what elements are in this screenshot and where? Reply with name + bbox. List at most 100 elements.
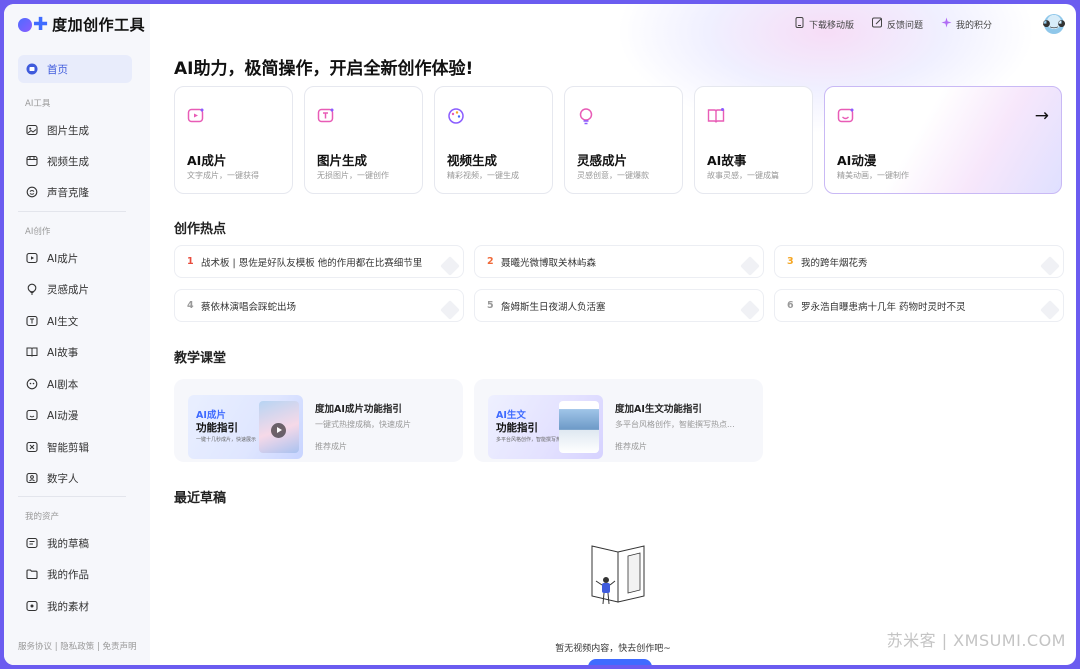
tool-card-ai-anime[interactable]: → AI动漫 精美动画，一键制作 bbox=[824, 86, 1062, 194]
watermark: 苏米客 | XMSUMI.COM bbox=[886, 631, 1066, 650]
feedback-button[interactable]: 反馈问题 bbox=[871, 17, 923, 31]
sidebar-item-image-gen[interactable]: 图片生成 bbox=[18, 116, 132, 144]
tool-card-inspiration[interactable]: 灵感成片 灵感创意，一键爆款 bbox=[564, 86, 683, 194]
avatar[interactable]: ◕‿◕ bbox=[1042, 14, 1066, 34]
sidebar-item-ai-story[interactable]: AI故事 bbox=[18, 338, 132, 366]
sidebar-item-label: AI成片 bbox=[47, 252, 79, 265]
hot-decoration bbox=[440, 300, 460, 320]
sidebar-item-label: AI动漫 bbox=[47, 409, 79, 422]
sidebar-item-label: 视频生成 bbox=[47, 155, 89, 168]
tool-card-image-gen[interactable]: 图片生成 无损图片，一键创作 bbox=[304, 86, 423, 194]
points-button[interactable]: 我的积分 bbox=[941, 17, 992, 31]
image-icon bbox=[26, 124, 38, 136]
logo[interactable]: ✚ 度加创作工具 bbox=[18, 14, 145, 35]
tool-card-title: 灵感成片 bbox=[577, 153, 628, 168]
app-window: ✚ 度加创作工具 首页 AI工具 图片生成 视频生成 声音克隆 AI创作 AI成… bbox=[4, 4, 1076, 665]
main-content: 下载移动版 反馈问题 我的积分 ◕‿◕ AI助力，极简操作，开启全新创作体验! … bbox=[150, 4, 1076, 665]
footer-links[interactable]: 服务协议 | 隐私政策 | 免责声明 bbox=[18, 640, 137, 652]
hot-text: 詹姆斯生日夜湖人负活塞 bbox=[501, 301, 606, 313]
sidebar-item-label: 我的作品 bbox=[47, 568, 89, 581]
course-desc: 多平台风格创作，智能撰写热点... bbox=[615, 420, 735, 429]
film-icon bbox=[26, 252, 38, 264]
section-label-assets: 我的资产 bbox=[25, 512, 60, 522]
sidebar-item-ai-film[interactable]: AI成片 bbox=[18, 244, 132, 272]
sidebar-item-label: 声音克隆 bbox=[47, 186, 89, 199]
sidebar-item-label: 数字人 bbox=[47, 472, 79, 485]
sidebar-item-ai-text[interactable]: AI生文 bbox=[18, 307, 132, 335]
tool-card-title: 图片生成 bbox=[317, 153, 368, 168]
sidebar-item-digital-human[interactable]: 数字人 bbox=[18, 464, 132, 492]
hot-text: 我的跨年烟花秀 bbox=[801, 257, 868, 269]
bulb-icon bbox=[26, 283, 38, 295]
tool-card-video-gen[interactable]: 视频生成 精彩视频，一键生成 bbox=[434, 86, 553, 194]
hot-decoration bbox=[440, 256, 460, 276]
download-mobile-button[interactable]: 下载移动版 bbox=[794, 17, 854, 31]
material-icon bbox=[26, 600, 38, 612]
sidebar-item-voice-clone[interactable]: 声音克隆 bbox=[18, 178, 132, 206]
tool-card-sub: 灵感创意，一键爆款 bbox=[577, 171, 649, 180]
sidebar-item-label: AI剧本 bbox=[47, 378, 79, 391]
sidebar-item-label: AI生文 bbox=[47, 315, 79, 328]
tool-card-ai-story[interactable]: AI故事 故事灵感，一键成篇 bbox=[694, 86, 813, 194]
edit-icon bbox=[871, 17, 883, 31]
sidebar-item-drafts[interactable]: 我的草稿 bbox=[18, 529, 132, 557]
hot-item[interactable]: 3 我的跨年烟花秀 bbox=[774, 245, 1064, 278]
drafts-section-title: 最近草稿 bbox=[174, 491, 227, 506]
hot-rank: 5 bbox=[487, 300, 494, 311]
hot-decoration bbox=[1040, 300, 1060, 320]
hot-decoration bbox=[1040, 256, 1060, 276]
divider bbox=[18, 211, 126, 212]
logo-icon: ✚ bbox=[18, 15, 48, 33]
sidebar-item-materials[interactable]: 我的素材 bbox=[18, 592, 132, 620]
sidebar-item-home[interactable]: 首页 bbox=[18, 55, 132, 83]
book-icon bbox=[26, 346, 38, 358]
hot-section-title: 创作热点 bbox=[174, 222, 227, 237]
app-title: 度加创作工具 bbox=[52, 16, 146, 34]
create-button[interactable] bbox=[588, 659, 652, 665]
course-card[interactable]: AI生文 功能指引 多平台风格创作，智能撰写热点 度加AI生文功能指引 多平台风… bbox=[474, 379, 763, 462]
hot-text: 罗永浩自曝患病十几年 药物时灵时不灵 bbox=[801, 301, 966, 313]
sidebar-item-label: AI故事 bbox=[47, 346, 79, 359]
course-card[interactable]: AI成片 功能指引 一键十几秒成片，快速展示 度加AI成片功能指引 一键式热搜成… bbox=[174, 379, 463, 462]
course-title: 度加AI生文功能指引 bbox=[615, 404, 702, 415]
thumb-tag: AI成片 bbox=[196, 410, 226, 421]
sidebar-item-video-gen[interactable]: 视频生成 bbox=[18, 147, 132, 175]
sidebar-item-works[interactable]: 我的作品 bbox=[18, 560, 132, 588]
points-label: 我的积分 bbox=[955, 20, 992, 31]
hot-text: 战术板 | 恩佐是好队友模板 他的作用都在比赛细节里 bbox=[201, 257, 423, 269]
thumbnail-image bbox=[259, 401, 299, 453]
palette-icon bbox=[447, 107, 465, 125]
thumb-title: 功能指引 bbox=[496, 422, 538, 434]
sidebar-item-smart-edit[interactable]: 智能剪辑 bbox=[18, 433, 132, 461]
bulb-icon bbox=[577, 107, 595, 125]
tool-card-title: AI故事 bbox=[707, 153, 747, 168]
divider bbox=[18, 496, 126, 497]
hot-item[interactable]: 5 詹姆斯生日夜湖人负活塞 bbox=[474, 289, 764, 322]
sidebar-item-ai-anime[interactable]: AI动漫 bbox=[18, 401, 132, 429]
tool-card-sub: 精彩视频，一键生成 bbox=[447, 171, 519, 180]
sidebar-item-label: 我的素材 bbox=[47, 600, 89, 613]
hot-item[interactable]: 1 战术板 | 恩佐是好队友模板 他的作用都在比赛细节里 bbox=[174, 245, 464, 278]
sidebar-item-label: 我的草稿 bbox=[47, 537, 89, 550]
play-icon[interactable] bbox=[271, 423, 286, 438]
book-icon bbox=[707, 107, 725, 125]
sidebar-item-ai-script[interactable]: AI剧本 bbox=[18, 370, 132, 398]
thumb-caption: 多平台风格创作，智能撰写热点 bbox=[496, 437, 567, 443]
sidebar-item-label: 图片生成 bbox=[47, 124, 89, 137]
hot-item[interactable]: 4 蔡依林演唱会踩蛇出场 bbox=[174, 289, 464, 322]
sidebar-item-inspiration[interactable]: 灵感成片 bbox=[18, 275, 132, 303]
home-icon bbox=[26, 63, 38, 75]
person-icon bbox=[26, 472, 38, 484]
download-label: 下载移动版 bbox=[808, 20, 854, 31]
tool-card-ai-film[interactable]: AI成片 文字成片，一键获得 bbox=[174, 86, 293, 194]
hot-item[interactable]: 2 聂曦光微博取关林屿森 bbox=[474, 245, 764, 278]
hot-decoration bbox=[740, 256, 760, 276]
course-title: 度加AI成片功能指引 bbox=[315, 404, 402, 415]
arrow-right-icon[interactable]: → bbox=[1035, 106, 1049, 126]
hot-item[interactable]: 6 罗永浩自曝患病十几年 药物时灵时不灵 bbox=[774, 289, 1064, 322]
text-icon bbox=[26, 315, 38, 327]
sparkle-icon bbox=[941, 17, 952, 31]
sidebar-item-label: 智能剪辑 bbox=[47, 441, 89, 454]
face-icon: ◕‿◕ bbox=[1042, 19, 1066, 29]
sidebar-item-label: 灵感成片 bbox=[47, 283, 89, 296]
